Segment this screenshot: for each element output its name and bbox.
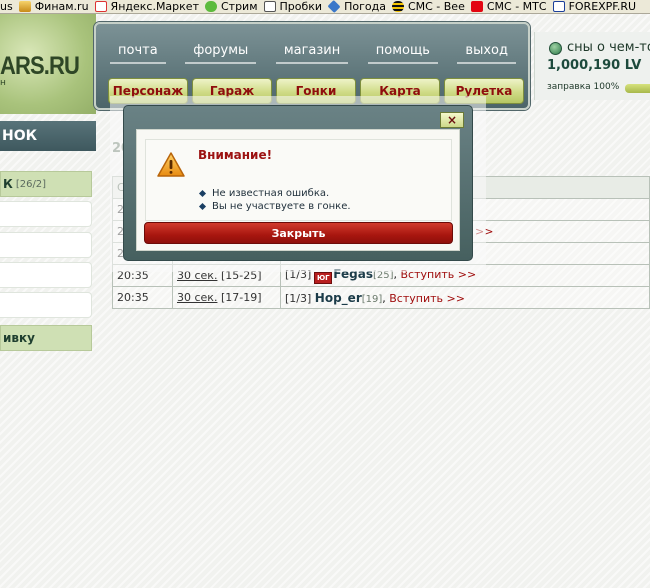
browser-links-bar: us Финам.ru Яндекс.Маркет Стрим Пробки П… — [0, 0, 650, 14]
alert-title: Внимание! — [198, 148, 273, 162]
player-name[interactable]: Hop_er — [315, 291, 362, 305]
link-item[interactable]: Стрим — [204, 0, 264, 13]
link-item[interactable]: Погода — [327, 0, 392, 13]
probki-icon — [263, 1, 276, 12]
sidebar-bottom-button[interactable]: ивку — [0, 325, 92, 351]
close-icon[interactable]: × — [440, 112, 464, 128]
sidebar-item[interactable] — [0, 262, 92, 288]
bullet-icon — [198, 202, 207, 211]
sidebar-section-count: [26/2] — [15, 178, 47, 190]
yandex-market-icon — [94, 1, 107, 12]
finam-icon — [18, 1, 31, 12]
race-participants: [1/3] Hop_er[19], Вступить >> — [280, 286, 650, 309]
race-duration-cell: 30 сек. [17-19] — [172, 286, 281, 309]
table-row: 20:35 30 сек. [17-19] [1/3] Hop_er[19], … — [112, 286, 650, 309]
player-level: [19] — [361, 293, 383, 305]
user-info: сны о чем-то 1,000,190 LV заправка 100% — [534, 32, 650, 100]
race-duration-link[interactable]: 30 сек. — [177, 291, 217, 304]
nav-forums[interactable]: форумы — [185, 43, 257, 64]
strim-icon — [204, 1, 217, 12]
bullet-icon — [198, 189, 207, 198]
sidebar-section[interactable]: К [26/2] — [0, 171, 92, 197]
join-race-link[interactable]: Вступить >> — [389, 292, 465, 305]
link-item[interactable]: FOREXPF.RU — [552, 0, 643, 13]
link-item[interactable]: Финам.ru — [18, 0, 95, 13]
beeline-icon — [391, 1, 404, 12]
sidebar-header[interactable]: НОК — [0, 121, 96, 151]
user-status-icon — [549, 42, 562, 55]
sidebar-item[interactable] — [0, 232, 92, 258]
fuel-progress-bar — [625, 84, 650, 93]
link-item[interactable]: Яндекс.Маркет — [94, 0, 205, 13]
nav-shop[interactable]: магазин — [275, 43, 349, 64]
site-logo[interactable]: ARS.RU н — [0, 14, 96, 114]
race-time: 20:35 — [112, 286, 173, 309]
link-item[interactable]: us — [0, 0, 19, 13]
fuel-label: заправка 100% — [547, 82, 620, 92]
race-level-range: [17-19] — [220, 291, 262, 304]
link-item[interactable]: Пробки — [263, 0, 329, 13]
logo-subtext: н — [0, 78, 6, 88]
link-item[interactable]: СМС - Bee — [391, 0, 471, 13]
pogoda-icon — [327, 0, 341, 13]
close-button[interactable]: Закрыть — [144, 222, 453, 244]
top-menu: почта форумы магазин помощь выход — [110, 38, 516, 68]
nav-mail[interactable]: почта — [110, 43, 166, 64]
user-money: 1,000,190 LV — [547, 58, 642, 73]
sidebar-item[interactable] — [0, 292, 92, 318]
forex-icon — [552, 1, 565, 12]
race-slots: [1/3] — [285, 291, 312, 305]
link-item[interactable]: СМС - МТС — [470, 0, 553, 13]
alert-message: Не известная ошибка. — [198, 187, 351, 200]
warning-icon — [157, 152, 185, 177]
sidebar-section-label: К — [3, 177, 13, 191]
mts-icon — [470, 1, 483, 12]
user-name[interactable]: сны о чем-то — [567, 40, 650, 55]
clan-flag-icon: ЮГ — [314, 272, 333, 284]
nav-logout[interactable]: выход — [457, 43, 516, 64]
alert-message-list: Не известная ошибка. Вы не участвуете в … — [198, 187, 351, 213]
logo-text: ARS.RU — [0, 52, 80, 80]
sidebar-item[interactable] — [0, 201, 92, 227]
fuel-progress-fill — [625, 84, 650, 93]
alert-message: Вы не участвуете в гонке. — [198, 200, 351, 213]
nav-help[interactable]: помощь — [367, 43, 438, 64]
